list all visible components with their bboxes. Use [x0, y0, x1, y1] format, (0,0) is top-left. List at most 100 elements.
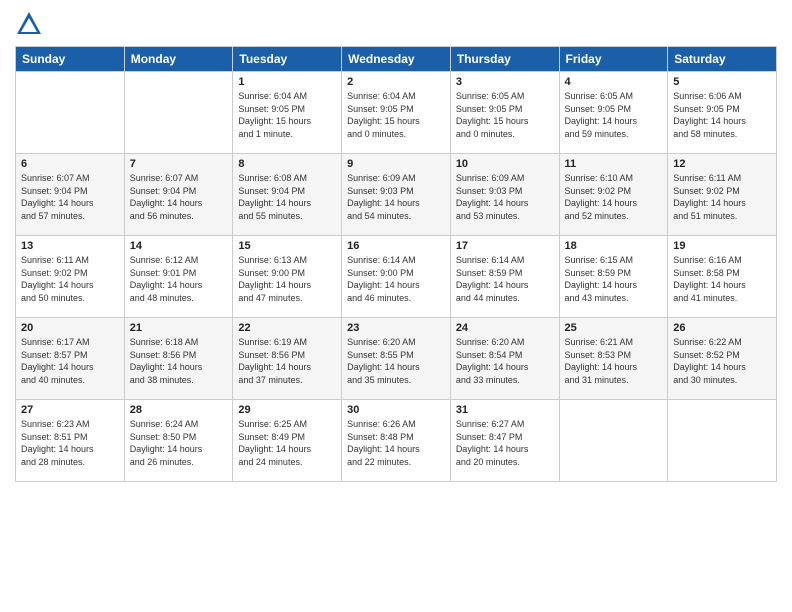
day-info: Sunrise: 6:10 AM Sunset: 9:02 PM Dayligh…: [565, 172, 663, 222]
day-number: 25: [565, 322, 663, 334]
day-number: 7: [130, 158, 228, 170]
day-number: 21: [130, 322, 228, 334]
day-number: 30: [347, 404, 445, 416]
day-info: Sunrise: 6:21 AM Sunset: 8:53 PM Dayligh…: [565, 336, 663, 386]
calendar-cell: 7 Sunrise: 6:07 AM Sunset: 9:04 PM Daylig…: [124, 154, 233, 236]
calendar-header-wednesday: Wednesday: [342, 47, 451, 72]
day-info: Sunrise: 6:11 AM Sunset: 9:02 PM Dayligh…: [673, 172, 771, 222]
calendar-cell: 21 Sunrise: 6:18 AM Sunset: 8:56 PM Dayli…: [124, 318, 233, 400]
day-number: 5: [673, 76, 771, 88]
day-number: 14: [130, 240, 228, 252]
day-info: Sunrise: 6:14 AM Sunset: 9:00 PM Dayligh…: [347, 254, 445, 304]
day-info: Sunrise: 6:20 AM Sunset: 8:55 PM Dayligh…: [347, 336, 445, 386]
day-info: Sunrise: 6:17 AM Sunset: 8:57 PM Dayligh…: [21, 336, 119, 386]
day-info: Sunrise: 6:22 AM Sunset: 8:52 PM Dayligh…: [673, 336, 771, 386]
day-info: Sunrise: 6:11 AM Sunset: 9:02 PM Dayligh…: [21, 254, 119, 304]
calendar-cell: 16Sunrise: 6:14 AM Sunset: 9:00 PM Dayli…: [342, 236, 451, 318]
day-info: Sunrise: 6:18 AM Sunset: 8:56 PM Dayligh…: [130, 336, 228, 386]
calendar-cell: [668, 400, 777, 482]
day-number: 23: [347, 322, 445, 334]
day-info: Sunrise: 6:24 AM Sunset: 8:50 PM Dayligh…: [130, 418, 228, 468]
day-number: 3: [456, 76, 554, 88]
calendar-cell: 24Sunrise: 6:20 AM Sunset: 8:54 PM Dayli…: [450, 318, 559, 400]
calendar-cell: 10 Sunrise: 6:09 AM Sunset: 9:03 PM Dayli…: [450, 154, 559, 236]
day-info: Sunrise: 6:07 AM Sunset: 9:04 PM Dayligh…: [21, 172, 119, 222]
calendar-cell: 22 Sunrise: 6:19 AM Sunset: 8:56 PM Dayli…: [233, 318, 342, 400]
day-info: Sunrise: 6:05 AM Sunset: 9:05 PM Dayligh…: [456, 90, 554, 140]
calendar-cell: 2 Sunrise: 6:04 AM Sunset: 9:05 PM Daylig…: [342, 72, 451, 154]
day-info: Sunrise: 6:25 AM Sunset: 8:49 PM Dayligh…: [238, 418, 336, 468]
day-info: Sunrise: 6:13 AM Sunset: 9:00 PM Dayligh…: [238, 254, 336, 304]
day-number: 17: [456, 240, 554, 252]
day-info: Sunrise: 6:23 AM Sunset: 8:51 PM Dayligh…: [21, 418, 119, 468]
calendar-cell: 19Sunrise: 6:16 AM Sunset: 8:58 PM Dayli…: [668, 236, 777, 318]
day-info: Sunrise: 6:15 AM Sunset: 8:59 PM Dayligh…: [565, 254, 663, 304]
calendar-cell: 9 Sunrise: 6:09 AM Sunset: 9:03 PM Daylig…: [342, 154, 451, 236]
calendar-cell: 29 Sunrise: 6:25 AM Sunset: 8:49 PM Dayli…: [233, 400, 342, 482]
calendar-cell: 28 Sunrise: 6:24 AM Sunset: 8:50 PM Dayli…: [124, 400, 233, 482]
day-number: 4: [565, 76, 663, 88]
day-number: 8: [238, 158, 336, 170]
calendar-cell: 3 Sunrise: 6:05 AM Sunset: 9:05 PM Daylig…: [450, 72, 559, 154]
calendar-cell: 23 Sunrise: 6:20 AM Sunset: 8:55 PM Dayli…: [342, 318, 451, 400]
calendar-header-sunday: Sunday: [16, 47, 125, 72]
logo-icon: [15, 10, 43, 38]
calendar-cell: [559, 400, 668, 482]
calendar-week-4: 20 Sunrise: 6:17 AM Sunset: 8:57 PM Dayli…: [16, 318, 777, 400]
calendar-header-monday: Monday: [124, 47, 233, 72]
day-info: Sunrise: 6:20 AM Sunset: 8:54 PM Dayligh…: [456, 336, 554, 386]
day-info: Sunrise: 6:12 AM Sunset: 9:01 PM Dayligh…: [130, 254, 228, 304]
calendar-cell: 27 Sunrise: 6:23 AM Sunset: 8:51 PM Dayli…: [16, 400, 125, 482]
calendar-header-friday: Friday: [559, 47, 668, 72]
calendar-body: 1Sunrise: 6:04 AM Sunset: 9:05 PM Daylig…: [16, 72, 777, 482]
calendar-week-1: 1Sunrise: 6:04 AM Sunset: 9:05 PM Daylig…: [16, 72, 777, 154]
day-info: Sunrise: 6:09 AM Sunset: 9:03 PM Dayligh…: [347, 172, 445, 222]
page: SundayMondayTuesdayWednesdayThursdayFrid…: [0, 0, 792, 612]
calendar-cell: 11 Sunrise: 6:10 AM Sunset: 9:02 PM Dayli…: [559, 154, 668, 236]
day-number: 15: [238, 240, 336, 252]
day-number: 27: [21, 404, 119, 416]
calendar-cell: 5 Sunrise: 6:06 AM Sunset: 9:05 PM Daylig…: [668, 72, 777, 154]
calendar-cell: 31 Sunrise: 6:27 AM Sunset: 8:47 PM Dayli…: [450, 400, 559, 482]
calendar: SundayMondayTuesdayWednesdayThursdayFrid…: [15, 46, 777, 482]
day-info: Sunrise: 6:07 AM Sunset: 9:04 PM Dayligh…: [130, 172, 228, 222]
day-number: 31: [456, 404, 554, 416]
calendar-cell: 15 Sunrise: 6:13 AM Sunset: 9:00 PM Dayli…: [233, 236, 342, 318]
day-info: Sunrise: 6:19 AM Sunset: 8:56 PM Dayligh…: [238, 336, 336, 386]
day-number: 20: [21, 322, 119, 334]
calendar-cell: [16, 72, 125, 154]
calendar-cell: 18Sunrise: 6:15 AM Sunset: 8:59 PM Dayli…: [559, 236, 668, 318]
calendar-cell: 30 Sunrise: 6:26 AM Sunset: 8:48 PM Dayli…: [342, 400, 451, 482]
day-info: Sunrise: 6:04 AM Sunset: 9:05 PM Dayligh…: [238, 90, 336, 140]
calendar-cell: 13 Sunrise: 6:11 AM Sunset: 9:02 PM Dayli…: [16, 236, 125, 318]
day-info: Sunrise: 6:06 AM Sunset: 9:05 PM Dayligh…: [673, 90, 771, 140]
day-info: Sunrise: 6:16 AM Sunset: 8:58 PM Dayligh…: [673, 254, 771, 304]
day-number: 2: [347, 76, 445, 88]
day-number: 12: [673, 158, 771, 170]
day-info: Sunrise: 6:09 AM Sunset: 9:03 PM Dayligh…: [456, 172, 554, 222]
calendar-cell: 8Sunrise: 6:08 AM Sunset: 9:04 PM Daylig…: [233, 154, 342, 236]
calendar-cell: 26 Sunrise: 6:22 AM Sunset: 8:52 PM Dayli…: [668, 318, 777, 400]
calendar-cell: 6Sunrise: 6:07 AM Sunset: 9:04 PM Daylig…: [16, 154, 125, 236]
day-info: Sunrise: 6:05 AM Sunset: 9:05 PM Dayligh…: [565, 90, 663, 140]
calendar-cell: 12 Sunrise: 6:11 AM Sunset: 9:02 PM Dayli…: [668, 154, 777, 236]
day-number: 26: [673, 322, 771, 334]
calendar-cell: 1Sunrise: 6:04 AM Sunset: 9:05 PM Daylig…: [233, 72, 342, 154]
day-info: Sunrise: 6:04 AM Sunset: 9:05 PM Dayligh…: [347, 90, 445, 140]
calendar-cell: 17Sunrise: 6:14 AM Sunset: 8:59 PM Dayli…: [450, 236, 559, 318]
day-number: 29: [238, 404, 336, 416]
day-number: 13: [21, 240, 119, 252]
day-info: Sunrise: 6:27 AM Sunset: 8:47 PM Dayligh…: [456, 418, 554, 468]
calendar-week-2: 6Sunrise: 6:07 AM Sunset: 9:04 PM Daylig…: [16, 154, 777, 236]
day-number: 22: [238, 322, 336, 334]
day-number: 28: [130, 404, 228, 416]
day-number: 11: [565, 158, 663, 170]
calendar-header-tuesday: Tuesday: [233, 47, 342, 72]
day-info: Sunrise: 6:26 AM Sunset: 8:48 PM Dayligh…: [347, 418, 445, 468]
calendar-cell: 4 Sunrise: 6:05 AM Sunset: 9:05 PM Daylig…: [559, 72, 668, 154]
day-number: 10: [456, 158, 554, 170]
logo: [15, 10, 45, 38]
day-number: 9: [347, 158, 445, 170]
calendar-cell: 20 Sunrise: 6:17 AM Sunset: 8:57 PM Dayli…: [16, 318, 125, 400]
calendar-week-3: 13 Sunrise: 6:11 AM Sunset: 9:02 PM Dayli…: [16, 236, 777, 318]
